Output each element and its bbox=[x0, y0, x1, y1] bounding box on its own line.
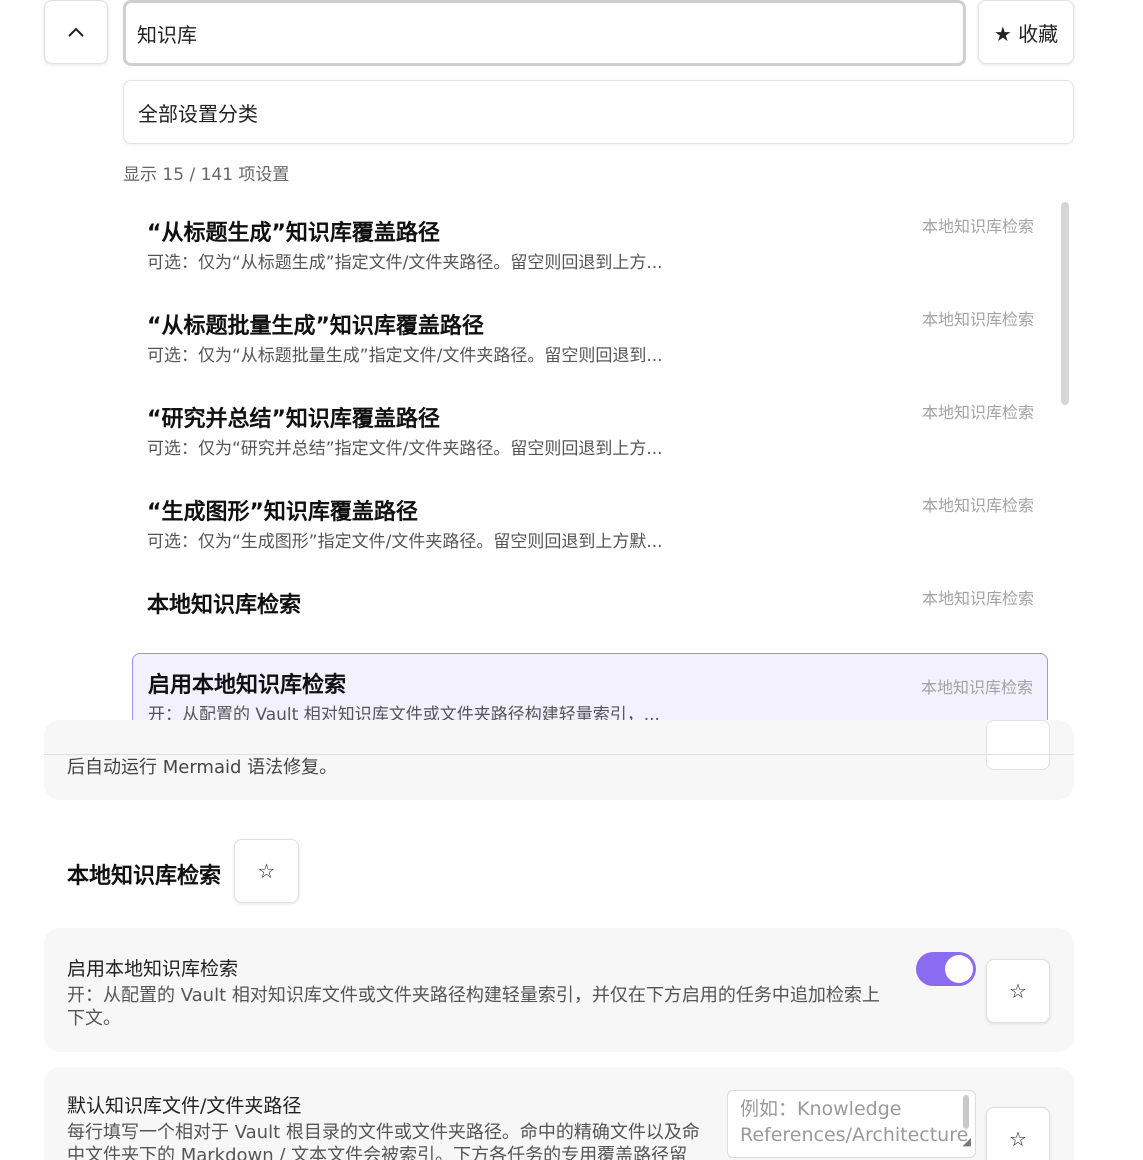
results-scrollbar[interactable] bbox=[1061, 202, 1069, 405]
result-category: 本地知识库检索 bbox=[921, 589, 1034, 608]
star-outline-icon: ☆ bbox=[1009, 1127, 1027, 1151]
result-title: “生成图形”知识库覆盖路径 bbox=[147, 500, 418, 525]
setting-description: 每行填写一个相对于 Vault 根目录的文件或文件夹路径。命中的精确文件以及命中… bbox=[67, 1122, 700, 1160]
path-textarea[interactable]: 例如：Knowledge References/Architecture ◢ bbox=[727, 1090, 976, 1158]
resize-grip-icon[interactable]: ◢ bbox=[963, 1129, 971, 1155]
result-title: “研究并总结”知识库覆盖路径 bbox=[147, 407, 440, 432]
setting-description: 开：从配置的 Vault 相对知识库文件或文件夹路径构建轻量索引，并仅在下方启用… bbox=[67, 985, 880, 1029]
search-result-item[interactable]: “从标题生成”知识库覆盖路径 可选：仅为“从标题生成”指定文件/文件夹路径。留空… bbox=[132, 193, 1048, 277]
enable-toggle[interactable] bbox=[916, 952, 976, 986]
collapse-button[interactable] bbox=[44, 0, 108, 64]
divider bbox=[44, 754, 1074, 755]
category-select[interactable]: 全部设置分类 bbox=[123, 80, 1074, 144]
section-star-button[interactable]: ☆ bbox=[234, 839, 299, 903]
result-description: 可选：仅为“从标题生成”指定文件/文件夹路径。留空则回退到上方... bbox=[147, 253, 663, 273]
previous-setting-card: 后自动运行 Mermaid 语法修复。 bbox=[44, 720, 1074, 800]
search-result-item[interactable]: “生成图形”知识库覆盖路径 可选：仅为“生成图形”指定文件/文件夹路径。留空则回… bbox=[132, 472, 1048, 556]
result-count: 显示 15 / 141 项设置 bbox=[123, 165, 290, 185]
setting-card-default-path: 默认知识库文件/文件夹路径 每行填写一个相对于 Vault 根目录的文件或文件夹… bbox=[44, 1067, 1074, 1160]
star-button[interactable]: ☆ bbox=[986, 959, 1050, 1023]
section-title: 本地知识库检索 bbox=[67, 864, 222, 889]
favorites-button[interactable]: ★ 收藏 bbox=[978, 0, 1074, 64]
setting-description: 后自动运行 Mermaid 语法修复。 bbox=[67, 757, 338, 778]
result-title: “从标题批量生成”知识库覆盖路径 bbox=[147, 314, 484, 339]
result-description: 可选：仅为“生成图形”指定文件/文件夹路径。留空则回退到上方默... bbox=[147, 532, 663, 552]
result-description: 可选：仅为“从标题批量生成”指定文件/文件夹路径。留空则回退到... bbox=[147, 346, 663, 366]
result-category: 本地知识库检索 bbox=[920, 678, 1033, 697]
search-result-item[interactable]: “研究并总结”知识库覆盖路径 可选：仅为“研究并总结”指定文件/文件夹路径。留空… bbox=[132, 379, 1048, 463]
result-title: 启用本地知识库检索 bbox=[148, 673, 347, 698]
result-description: 可选：仅为“研究并总结”指定文件/文件夹路径。留空则回退到上方... bbox=[147, 439, 663, 459]
star-button[interactable] bbox=[986, 720, 1050, 770]
result-title: 本地知识库检索 bbox=[147, 593, 302, 618]
setting-card-enable: 启用本地知识库检索 开：从配置的 Vault 相对知识库文件或文件夹路径构建轻量… bbox=[44, 928, 1074, 1052]
star-button[interactable]: ☆ bbox=[986, 1107, 1050, 1160]
search-result-item[interactable]: 本地知识库检索 本地知识库检索 bbox=[132, 565, 1048, 635]
settings-search-input[interactable]: 知识库 bbox=[123, 0, 966, 66]
result-title: “从标题生成”知识库覆盖路径 bbox=[147, 221, 440, 246]
chevron-up-icon bbox=[68, 27, 84, 37]
search-result-item[interactable]: “从标题批量生成”知识库覆盖路径 可选：仅为“从标题批量生成”指定文件/文件夹路… bbox=[132, 286, 1048, 370]
setting-label: 启用本地知识库检索 bbox=[67, 958, 239, 980]
textarea-scrollbar[interactable] bbox=[963, 1095, 969, 1129]
path-placeholder: 例如：Knowledge References/Architecture bbox=[740, 1098, 969, 1146]
result-category: 本地知识库检索 bbox=[921, 496, 1034, 515]
result-category: 本地知识库检索 bbox=[921, 310, 1034, 329]
result-category: 本地知识库检索 bbox=[921, 403, 1034, 422]
toggle-knob bbox=[945, 955, 973, 983]
star-outline-icon: ☆ bbox=[257, 859, 276, 883]
star-outline-icon: ☆ bbox=[1009, 979, 1027, 1003]
result-category: 本地知识库检索 bbox=[921, 217, 1034, 236]
setting-label: 默认知识库文件/文件夹路径 bbox=[67, 1095, 302, 1117]
